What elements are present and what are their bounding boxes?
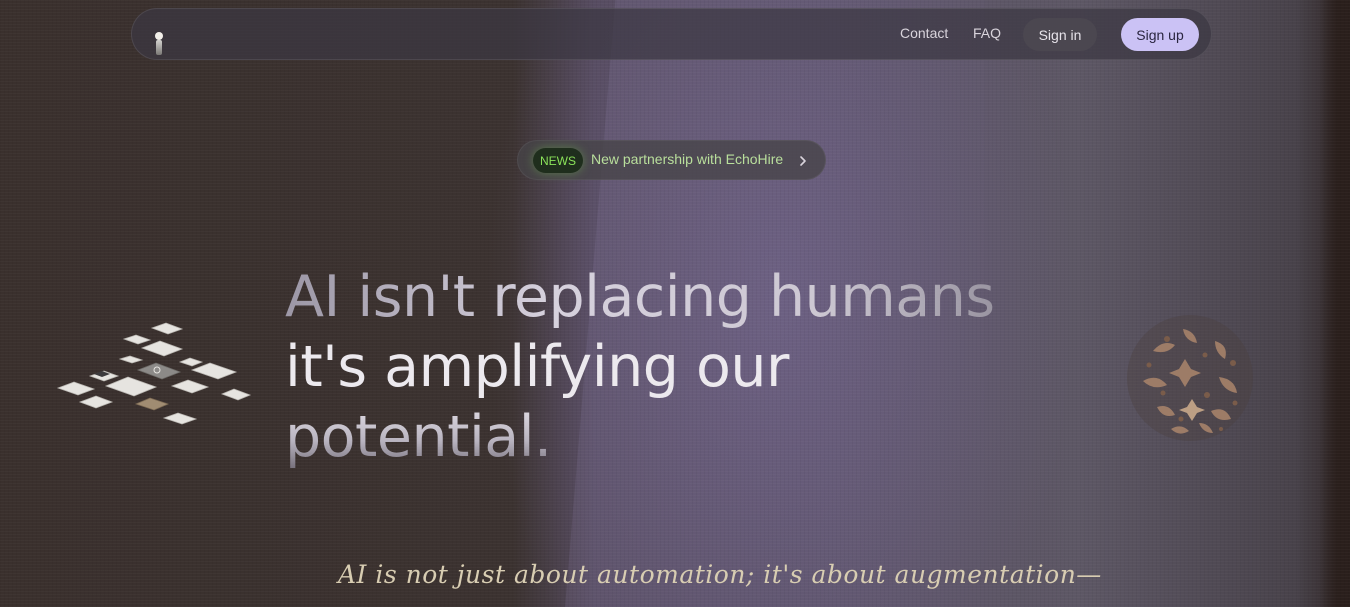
nav-link-faq[interactable]: FAQ — [973, 25, 1001, 41]
chevron-right-icon — [796, 153, 810, 167]
figure-icon[interactable] — [154, 32, 164, 56]
news-badge: NEWS — [533, 148, 583, 173]
hero-line-3: potential. — [285, 402, 1045, 472]
nav-link-contact[interactable]: Contact — [900, 25, 948, 41]
botanical-circle-illustration — [1123, 311, 1257, 445]
background-edge — [1320, 0, 1350, 607]
tagline: AI is not just about automation; it's ab… — [338, 560, 1102, 589]
hero-heading: AI isn't replacing humans it's amplifyin… — [285, 262, 1045, 472]
signup-button[interactable]: Sign up — [1121, 18, 1199, 51]
hero-line-2: it's amplifying our — [285, 334, 789, 400]
news-text: New partnership with EchoHire — [591, 151, 784, 167]
cube-cluster-illustration — [54, 322, 254, 437]
news-banner[interactable]: NEWS New partnership with EchoHire — [517, 140, 826, 180]
signin-button[interactable]: Sign in — [1023, 18, 1097, 51]
top-navbar: Contact FAQ Sign in Sign up — [131, 8, 1212, 60]
hero-line-1: AI isn't replacing humans — [285, 262, 1045, 332]
